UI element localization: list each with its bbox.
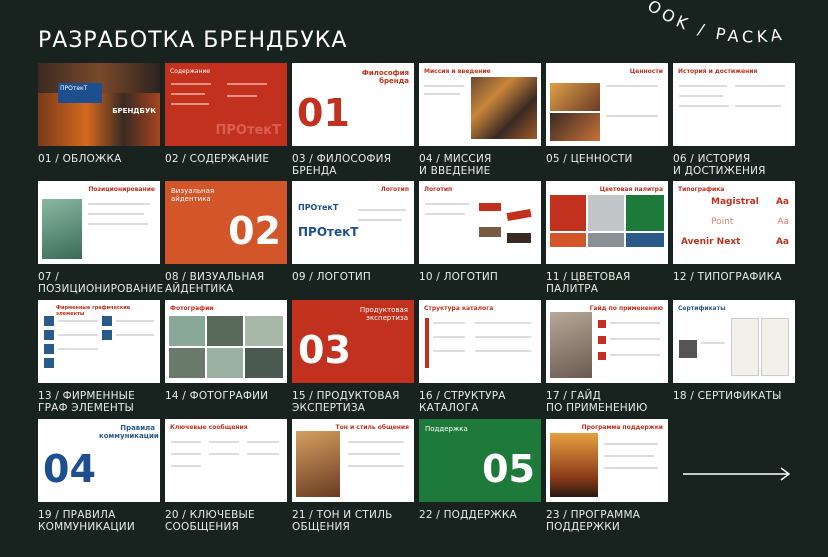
thumb-certificates: Сертификаты — [673, 300, 795, 383]
card-caption: 07 /ПОЗИЦИОНИРОВАНИЕ — [38, 271, 164, 295]
card-21[interactable]: Тон и стиль общения 21 / ТОН И СТИЛЬ ОБЩЕ… — [292, 419, 414, 533]
logo-text: ПРОтекТ — [58, 83, 102, 103]
thumb-messages: Ключевые сообщения — [165, 419, 287, 502]
card-09[interactable]: Логотип ПРОтекТ ПРОтекТ 09 / ЛОГОТИП — [292, 181, 414, 284]
card-02[interactable]: Содержание ПРОтекТ 02 / СОДЕРЖАНИЕ — [165, 63, 287, 166]
arc-text: OOK / PACKA — [644, 0, 783, 46]
card-13[interactable]: Фирменные графические элементы 13 / ФИРМ… — [38, 300, 160, 414]
card-20[interactable]: Ключевые сообщения 20 / КЛЮЧЕВЫЕ СООБЩЕНИ… — [165, 419, 287, 533]
card-caption: 05 / ЦЕННОСТИ — [546, 153, 633, 165]
card-caption: 13 / ФИРМЕННЫЕ ГРАФ ЭЛЕМЕНТЫ — [38, 390, 135, 414]
card-caption: 08 / ВИЗУАЛЬНАЯ АЙДЕНТИКА — [165, 271, 265, 295]
card-caption: 23 / ПРОГРАММА ПОДДЕРЖКИ — [546, 509, 641, 533]
thumb-catalog: Структура каталога — [419, 300, 541, 383]
card-22[interactable]: Поддержка 05 22 / ПОДДЕРЖКА — [419, 419, 541, 522]
card-caption: 18 / СЕРТИФИКАТЫ — [673, 390, 782, 402]
thumb-contents: Содержание ПРОтекТ — [165, 63, 287, 146]
card-07[interactable]: Позиционирование 07 /ПОЗИЦИОНИРОВАНИЕ — [38, 181, 164, 295]
thumb-tone: Тон и стиль общения — [292, 419, 414, 502]
thumb-logo: Логотип ПРОтекТ ПРОтекТ — [292, 181, 414, 264]
thumb-identity: Визуальная айдентика 02 — [165, 181, 287, 264]
card-caption: 03 / ФИЛОСОФИЯ БРЕНДА — [292, 153, 392, 177]
thumb-philosophy: Философия бренда 01 — [292, 63, 414, 146]
card-caption: 11 / ЦВЕТОВАЯ ПАЛИТРА — [546, 271, 631, 295]
thumb-graphic-elements: Фирменные графические элементы — [38, 300, 160, 383]
card-caption: 06 / ИСТОРИЯ И ДОСТИЖЕНИЯ — [673, 153, 766, 177]
card-caption: 17 / ГАЙД ПО ПРИМЕНЕНИЮ — [546, 390, 648, 414]
thumb-comms: Правила коммуникации 04 — [38, 419, 160, 502]
card-caption: 04 / МИССИЯ И ВВЕДЕНИЕ — [419, 153, 492, 177]
card-caption: 19 / ПРАВИЛА КОММУНИКАЦИИ — [38, 509, 135, 533]
thumb-typography: Типографика Magistral Aa Point Aa Avenir… — [673, 181, 795, 264]
card-05[interactable]: Ценности 05 / ЦЕННОСТИ — [546, 63, 668, 166]
card-03[interactable]: Философия бренда 01 03 / ФИЛОСОФИЯ БРЕНДА — [292, 63, 414, 177]
thumb-photos: Фотографии — [165, 300, 287, 383]
card-caption: 21 / ТОН И СТИЛЬ ОБЩЕНИЯ — [292, 509, 393, 533]
arrow-right-icon[interactable] — [681, 466, 793, 482]
card-caption: 14 / ФОТОГРАФИИ — [165, 390, 269, 402]
card-16[interactable]: Структура каталога 16 / СТРУКТУРА КАТАЛОГ… — [419, 300, 541, 414]
card-08[interactable]: Визуальная айдентика 02 08 / ВИЗУАЛЬНАЯ А… — [165, 181, 287, 295]
card-caption: 01 / ОБЛОЖКА — [38, 153, 122, 165]
thumb-support: Поддержка 05 — [419, 419, 541, 502]
svg-text:OOK / PACKA: OOK / PACKA — [644, 0, 787, 46]
cover-subtitle: БРЕНДБУК — [112, 107, 156, 115]
card-17[interactable]: Гайд по применению 17 / ГАЙД ПО ПРИМЕНЕНИ… — [546, 300, 668, 414]
thumb-values: Ценности — [546, 63, 668, 146]
thumb-guide: Гайд по применению — [546, 300, 668, 383]
card-01[interactable]: ПРОтекТ БРЕНДБУК 01 / ОБЛОЖКА — [38, 63, 160, 166]
thumb-cover: ПРОтекТ БРЕНДБУК — [38, 63, 160, 146]
thumb-history: История и достижения — [673, 63, 795, 146]
card-caption: 22 / ПОДДЕРЖКА — [419, 509, 517, 521]
card-23[interactable]: Программа поддержки 23 / ПРОГРАММА ПОДДЕР… — [546, 419, 668, 533]
thumb-positioning: Позиционирование — [38, 181, 160, 264]
card-18[interactable]: Сертификаты 18 / СЕРТИФИКАТЫ — [673, 300, 795, 403]
card-caption: 02 / СОДЕРЖАНИЕ — [165, 153, 270, 165]
card-14[interactable]: Фотографии 14 / ФОТОГРАФИИ — [165, 300, 287, 403]
thumb-mission: Миссия и введение — [419, 63, 541, 146]
card-06[interactable]: История и достижения 06 / ИСТОРИЯ И ДОСТИ… — [673, 63, 795, 177]
thumb-program: Программа поддержки — [546, 419, 668, 502]
card-caption: 15 / ПРОДУКТОВАЯ ЭКСПЕРТИЗА — [292, 390, 400, 414]
card-12[interactable]: Типографика Magistral Aa Point Aa Avenir… — [673, 181, 795, 284]
card-caption: 12 / ТИПОГРАФИКА — [673, 271, 782, 283]
page-title: РАЗРАБОТКА БРЕНДБУКА — [38, 28, 348, 53]
card-11[interactable]: Цветовая палитра 11 / ЦВЕТОВАЯ ПАЛИТРА — [546, 181, 668, 295]
card-caption: 10 / ЛОГОТИП — [419, 271, 498, 283]
thumb-palette: Цветовая палитра — [546, 181, 668, 264]
card-caption: 16 / СТРУКТУРА КАТАЛОГА — [419, 390, 506, 414]
card-04[interactable]: Миссия и введение 04 / МИССИЯ И ВВЕДЕНИЕ — [419, 63, 541, 177]
card-15[interactable]: Продуктовая экспертиза 03 15 / ПРОДУКТОВ… — [292, 300, 414, 414]
card-10[interactable]: Логотип 10 / ЛОГОТИП — [419, 181, 541, 284]
card-caption: 20 / КЛЮЧЕВЫЕ СООБЩЕНИЯ — [165, 509, 255, 533]
card-caption: 09 / ЛОГОТИП — [292, 271, 371, 283]
thumb-logo-2: Логотип — [419, 181, 541, 264]
thumb-expertise: Продуктовая экспертиза 03 — [292, 300, 414, 383]
arc-caption: OOK / PACKA — [644, 0, 787, 46]
card-19[interactable]: Правила коммуникации 04 19 / ПРАВИЛА КОММ… — [38, 419, 160, 533]
